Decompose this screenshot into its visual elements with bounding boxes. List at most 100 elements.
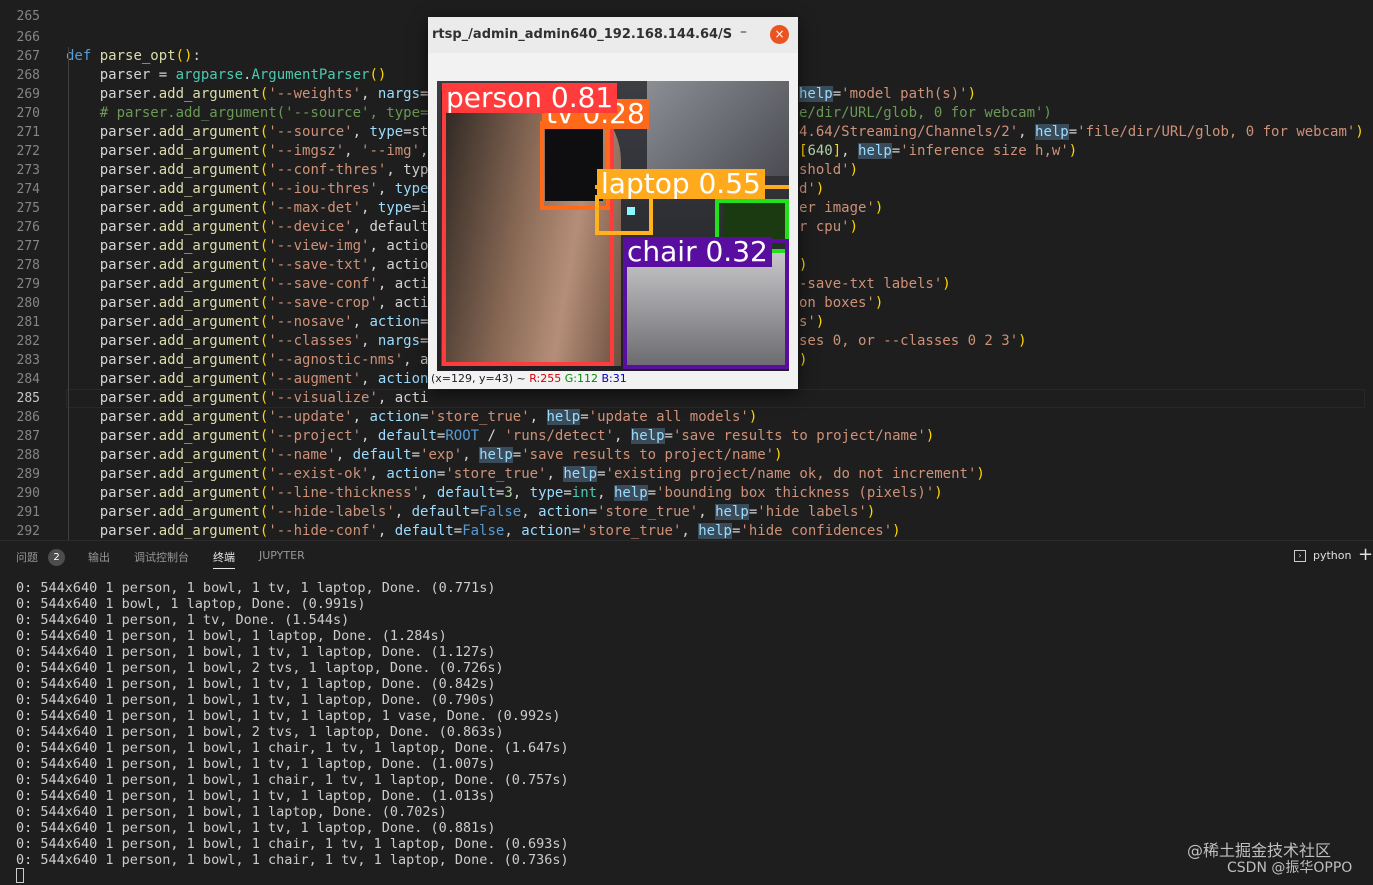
line-number: 280	[16, 296, 40, 311]
tab-jupyter[interactable]: JUPYTER	[259, 549, 305, 562]
line-number: 292	[16, 524, 40, 539]
code-text: parser = argparse.ArgumentParser()	[66, 67, 387, 83]
detection-frame[interactable]: laptop 0.55 tv 0.28 person 0.81 chair 0.…	[437, 81, 789, 371]
terminal-line: 0: 544x640 1 person, 1 bowl, 1 chair, 1 …	[16, 852, 569, 868]
watermark-csdn: CSDN @振华OPPO	[1227, 860, 1353, 876]
code-text-fragment: e/dir/URL/glob, 0 for webcam')	[799, 105, 1052, 121]
line-number: 282	[16, 334, 40, 349]
code-text: parser.add_argument('--hide-conf', defau…	[66, 523, 901, 539]
code-text-fragment: ses 0, or --classes 0 2 3')	[799, 333, 1027, 349]
window-titlebar[interactable]: rtsp_/admin_admin640_192.168.144.64/S...…	[428, 17, 798, 53]
terminal-line: 0: 544x640 1 person, 1 bowl, 1 laptop, D…	[16, 628, 447, 644]
tab-problems[interactable]: 问题	[16, 549, 38, 565]
pixel-status-bar: (x=129, y=43) ~ R:255 G:112 B:31	[431, 372, 627, 385]
red-value: R:255	[529, 372, 562, 385]
code-text-fragment: -save-txt labels')	[799, 276, 951, 292]
line-number: 283	[16, 353, 40, 368]
code-text: parser.add_argument('--view-img', actio	[66, 238, 429, 254]
window-title: rtsp_/admin_admin640_192.168.144.64/S...	[432, 27, 732, 42]
line-number: 277	[16, 239, 40, 254]
terminal-prompt-line[interactable]	[16, 868, 569, 884]
code-text: parser.add_argument('--project', default…	[66, 428, 935, 444]
code-text: parser.add_argument('--max-det', type=i	[66, 200, 429, 216]
terminal-profile-label[interactable]: python	[1313, 549, 1351, 562]
code-line[interactable]: 288 parser.add_argument('--name', defaul…	[0, 446, 1373, 465]
code-line[interactable]: 286 parser.add_argument('--update', acti…	[0, 408, 1373, 427]
line-number: 274	[16, 182, 40, 197]
code-text: parser.add_argument('--classes', nargs=	[66, 333, 429, 349]
plus-icon[interactable]: +	[1358, 544, 1373, 565]
terminal-line: 0: 544x640 1 person, 1 bowl, 1 chair, 1 …	[16, 836, 569, 852]
bbox-bowl	[595, 195, 653, 235]
terminal-line: 0: 544x640 1 bowl, 1 laptop, Done. (0.99…	[16, 596, 366, 612]
code-text-fragment: )	[799, 352, 808, 368]
code-text: parser.add_argument('--conf-thres', typ	[66, 162, 429, 178]
code-line[interactable]: 290 parser.add_argument('--line-thicknes…	[0, 484, 1373, 503]
code-text: parser.add_argument('--name', default='e…	[66, 447, 783, 463]
problems-count-badge: 2	[48, 549, 65, 566]
code-text: parser.add_argument('--iou-thres', type	[66, 181, 429, 197]
line-number: 291	[16, 505, 40, 520]
code-line[interactable]: 291 parser.add_argument('--hide-labels',…	[0, 503, 1373, 522]
code-text: parser.add_argument('--weights', nargs=	[66, 86, 429, 102]
code-text: parser.add_argument('--line-thickness', …	[66, 485, 943, 501]
terminal-line: 0: 544x640 1 person, 1 bowl, 1 tv, 1 lap…	[16, 820, 496, 836]
tab-output[interactable]: 输出	[88, 549, 110, 565]
line-number: 290	[16, 486, 40, 501]
terminal-line: 0: 544x640 1 person, 1 bowl, 1 tv, 1 lap…	[16, 692, 496, 708]
line-number: 265	[16, 9, 40, 24]
code-text: parser.add_argument('--save-conf', acti	[66, 276, 429, 292]
code-text-fragment: [640], help='inference size h,w')	[799, 143, 1078, 159]
window-light-region	[647, 81, 789, 176]
line-number: 267	[16, 49, 40, 64]
code-text: parser.add_argument('--visualize', acti	[66, 390, 429, 406]
opencv-preview-window[interactable]: rtsp_/admin_admin640_192.168.144.64/S...…	[428, 17, 798, 389]
code-text-fragment: )	[799, 257, 808, 273]
panel-tabs: 问题 2 输出 调试控制台 终端 JUPYTER › python +	[0, 541, 1373, 571]
code-text: parser.add_argument('--save-crop', acti	[66, 295, 429, 311]
code-text: parser.add_argument('--source', type=st	[66, 124, 429, 140]
code-text: def parse_opt():	[66, 48, 201, 64]
cursor-coords: (x=129, y=43) ~	[431, 372, 530, 385]
code-text: parser.add_argument('--augment', action	[66, 371, 429, 387]
tab-terminal[interactable]: 终端	[213, 549, 235, 569]
terminal-cursor	[16, 868, 24, 883]
line-number: 287	[16, 429, 40, 444]
terminal-line: 0: 544x640 1 person, 1 bowl, 2 tvs, 1 la…	[16, 724, 504, 740]
code-text: parser.add_argument('--imgsz', '--img',	[66, 143, 429, 159]
code-text-fragment: shold')	[799, 162, 859, 178]
line-number: 284	[16, 372, 40, 387]
tab-debug-console[interactable]: 调试控制台	[134, 549, 189, 565]
code-text: # parser.add_argument('--source', type=	[99, 105, 429, 121]
line-number: 279	[16, 277, 40, 292]
terminal-output[interactable]: 0: 544x640 1 person, 1 bowl, 1 tv, 1 lap…	[16, 580, 569, 884]
minimize-button[interactable]: –	[740, 24, 754, 40]
code-line[interactable]: 287 parser.add_argument('--project', def…	[0, 427, 1373, 446]
line-number: 286	[16, 410, 40, 425]
terminal-line: 0: 544x640 1 person, 1 bowl, 1 tv, 1 lap…	[16, 708, 561, 724]
code-text-fragment: 4.64/Streaming/Channels/2', help='file/d…	[799, 124, 1364, 140]
line-number: 271	[16, 125, 40, 140]
close-button[interactable]: ×	[770, 25, 789, 44]
code-text-fragment: r cpu')	[799, 219, 859, 235]
code-text: parser.add_argument('--nosave', action=	[66, 314, 429, 330]
code-text-fragment: help='model path(s)')	[799, 86, 977, 102]
indent-guide	[68, 47, 69, 540]
line-number: 268	[16, 68, 40, 83]
code-text-fragment: d')	[799, 181, 825, 197]
terminal-icon: ›	[1294, 550, 1306, 562]
line-number: 288	[16, 448, 40, 463]
line-number: 270	[16, 106, 40, 121]
code-line[interactable]: 285 parser.add_argument('--visualize', a…	[0, 389, 1373, 408]
code-text-fragment: s')	[799, 314, 825, 330]
line-number: 273	[16, 163, 40, 178]
code-text: parser.add_argument('--agnostic-nms', a	[66, 352, 429, 368]
code-text-fragment: on boxes')	[799, 295, 884, 311]
code-line[interactable]: 292 parser.add_argument('--hide-conf', d…	[0, 522, 1373, 540]
terminal-line: 0: 544x640 1 person, 1 bowl, 1 chair, 1 …	[16, 772, 569, 788]
code-line[interactable]: 289 parser.add_argument('--exist-ok', ac…	[0, 465, 1373, 484]
terminal-line: 0: 544x640 1 person, 1 bowl, 1 tv, 1 lap…	[16, 644, 496, 660]
line-number: 285	[16, 391, 40, 406]
terminal-line: 0: 544x640 1 person, 1 bowl, 1 chair, 1 …	[16, 740, 569, 756]
terminal-line: 0: 544x640 1 person, 1 bowl, 1 tv, 1 lap…	[16, 580, 496, 596]
